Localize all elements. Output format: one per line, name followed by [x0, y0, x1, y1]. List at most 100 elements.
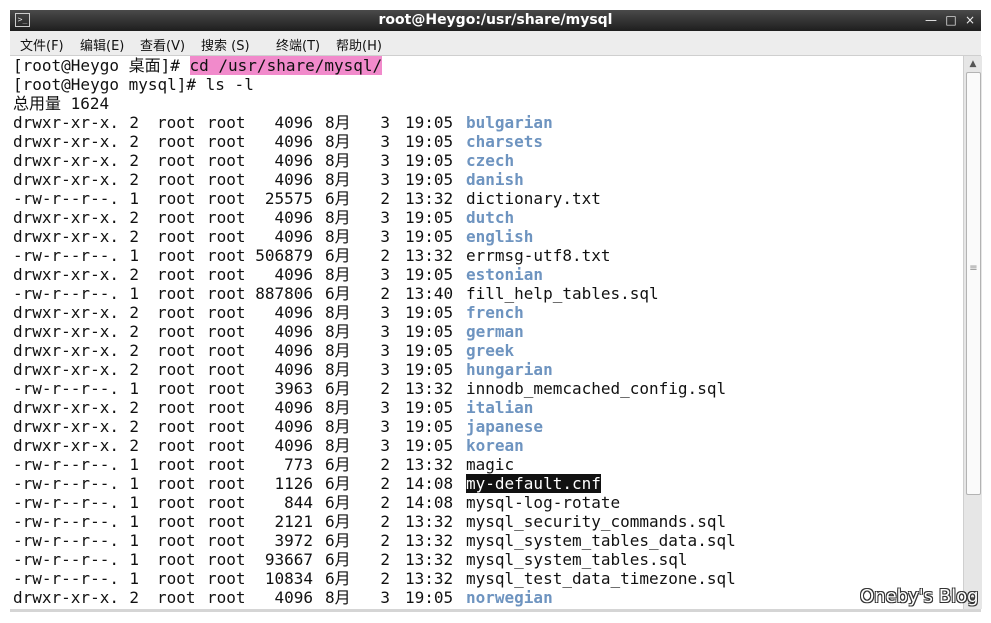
entry-name: fill_help_tables.sql	[466, 284, 659, 303]
window-frame	[10, 609, 981, 612]
entry-time: 14:08	[405, 493, 454, 512]
entry-name: estonian	[466, 265, 544, 284]
entry-day: 2	[380, 512, 390, 531]
entry-name: my-default.cnf	[466, 474, 601, 493]
entry-name: mysql-log-rotate	[466, 493, 621, 512]
menu-search[interactable]: 搜索 (S)	[201, 35, 250, 54]
entry-name: english	[466, 227, 534, 246]
total-line: 总用量 1624	[13, 94, 110, 113]
scrollbar[interactable]: ▲ ≡ ▼	[963, 56, 982, 609]
entry-time: 14:08	[405, 474, 454, 493]
menu-file[interactable]: 文件(F)	[20, 35, 64, 54]
entry-name: greek	[466, 341, 515, 360]
entry-name: charsets	[466, 132, 544, 151]
command-ls: ls -l	[205, 75, 254, 94]
entry-name: errmsg-utf8.txt	[466, 246, 611, 265]
menu-bar: 文件(F) 编辑(E) 查看(V) 搜索 (S) 终端(T) 帮助(H)	[10, 31, 981, 56]
entry-time: 19:05	[405, 151, 454, 170]
prompt-line-1: [root@Heygo 桌面]# cd /usr/share/mysql/	[13, 56, 383, 75]
prompt: [root@Heygo 桌面]#	[13, 56, 190, 75]
entry-time: 13:32	[405, 569, 454, 588]
entry-day: 2	[380, 284, 390, 303]
entry-name: mysql_system_tables_data.sql	[466, 531, 736, 550]
entry-day: 3	[380, 170, 390, 189]
entry-day: 2	[380, 493, 390, 512]
entry-name: japanese	[466, 417, 544, 436]
entry-day: 2	[380, 379, 390, 398]
menu-help[interactable]: 帮助(H)	[336, 35, 382, 54]
entry-name: czech	[466, 151, 515, 170]
menu-terminal[interactable]: 终端(T)	[276, 35, 320, 54]
entry-name: norwegian	[466, 588, 553, 607]
prompt: [root@Heygo mysql]#	[13, 75, 206, 94]
entry-time: 13:40	[405, 284, 454, 303]
entry-day: 3	[380, 132, 390, 151]
entry-name: french	[466, 303, 524, 322]
close-button[interactable]: ×	[962, 12, 978, 28]
entry-time: 13:32	[405, 189, 454, 208]
entry-name: danish	[466, 170, 524, 189]
watermark: Oneby's Blog	[860, 586, 979, 607]
entry-time: 19:05	[405, 170, 454, 189]
entry-day: 3	[380, 341, 390, 360]
entry-time: 13:32	[405, 379, 454, 398]
entry-name: mysql_test_data_timezone.sql	[466, 569, 736, 588]
entry-time: 19:05	[405, 341, 454, 360]
entry-name: italian	[466, 398, 534, 417]
entry-time: 19:05	[405, 227, 454, 246]
entry-name: mysql_system_tables.sql	[466, 550, 688, 569]
entry-time: 13:32	[405, 531, 454, 550]
grip-icon: ≡	[969, 263, 978, 274]
entry-day: 3	[380, 588, 390, 607]
entry-time: 19:05	[405, 265, 454, 284]
entry-time: 19:05	[405, 398, 454, 417]
entry-day: 3	[380, 360, 390, 379]
scroll-up-icon[interactable]: ▲	[966, 57, 980, 71]
entry-time: 13:32	[405, 550, 454, 569]
entry-day: 3	[380, 227, 390, 246]
entry-time: 13:32	[405, 246, 454, 265]
entry-name: hungarian	[466, 360, 553, 379]
terminal-output[interactable]: [root@Heygo 桌面]# cd /usr/share/mysql/ [r…	[10, 56, 963, 609]
entry-day: 2	[380, 474, 390, 493]
entry-name: dictionary.txt	[466, 189, 601, 208]
entry-name: korean	[466, 436, 524, 455]
entry-time: 19:05	[405, 417, 454, 436]
entry-day: 2	[380, 569, 390, 588]
entry-day: 3	[380, 398, 390, 417]
entry-day: 3	[380, 417, 390, 436]
entry-name: dutch	[466, 208, 515, 227]
maximize-button[interactable]: □	[943, 12, 959, 28]
entry-time: 19:05	[405, 132, 454, 151]
entry-day: 3	[380, 208, 390, 227]
entry-day: 3	[380, 436, 390, 455]
entry-time: 19:05	[405, 303, 454, 322]
entry-name: innodb_memcached_config.sql	[466, 379, 727, 398]
menu-view[interactable]: 查看(V)	[140, 35, 185, 54]
entry-day: 3	[380, 322, 390, 341]
prompt-line-2: [root@Heygo mysql]# ls -l	[13, 75, 254, 94]
entry-time: 19:05	[405, 588, 454, 607]
entry-day: 2	[380, 189, 390, 208]
window-title: root@Heygo:/usr/share/mysql	[378, 12, 613, 28]
command-cd: cd /usr/share/mysql/	[189, 56, 383, 75]
entry-name: mysql_security_commands.sql	[466, 512, 727, 531]
entry-name: german	[466, 322, 524, 341]
window-titlebar[interactable]: >_ root@Heygo:/usr/share/mysql — □ ×	[10, 10, 981, 31]
minimize-button[interactable]: —	[923, 12, 939, 28]
entry-time: 13:32	[405, 455, 454, 474]
scrollbar-thumb[interactable]: ≡	[966, 72, 981, 495]
entry-time: 19:05	[405, 208, 454, 227]
entry-day: 2	[380, 550, 390, 569]
entry-day: 3	[380, 113, 390, 132]
entry-name: bulgarian	[466, 113, 553, 132]
entry-time: 19:05	[405, 113, 454, 132]
entry-day: 2	[380, 246, 390, 265]
entry-time: 13:32	[405, 512, 454, 531]
entry-time: 19:05	[405, 322, 454, 341]
entry-day: 3	[380, 303, 390, 322]
menu-edit[interactable]: 编辑(E)	[80, 35, 124, 54]
entry-day: 3	[380, 151, 390, 170]
entry-time: 19:05	[405, 360, 454, 379]
entry-day: 3	[380, 265, 390, 284]
